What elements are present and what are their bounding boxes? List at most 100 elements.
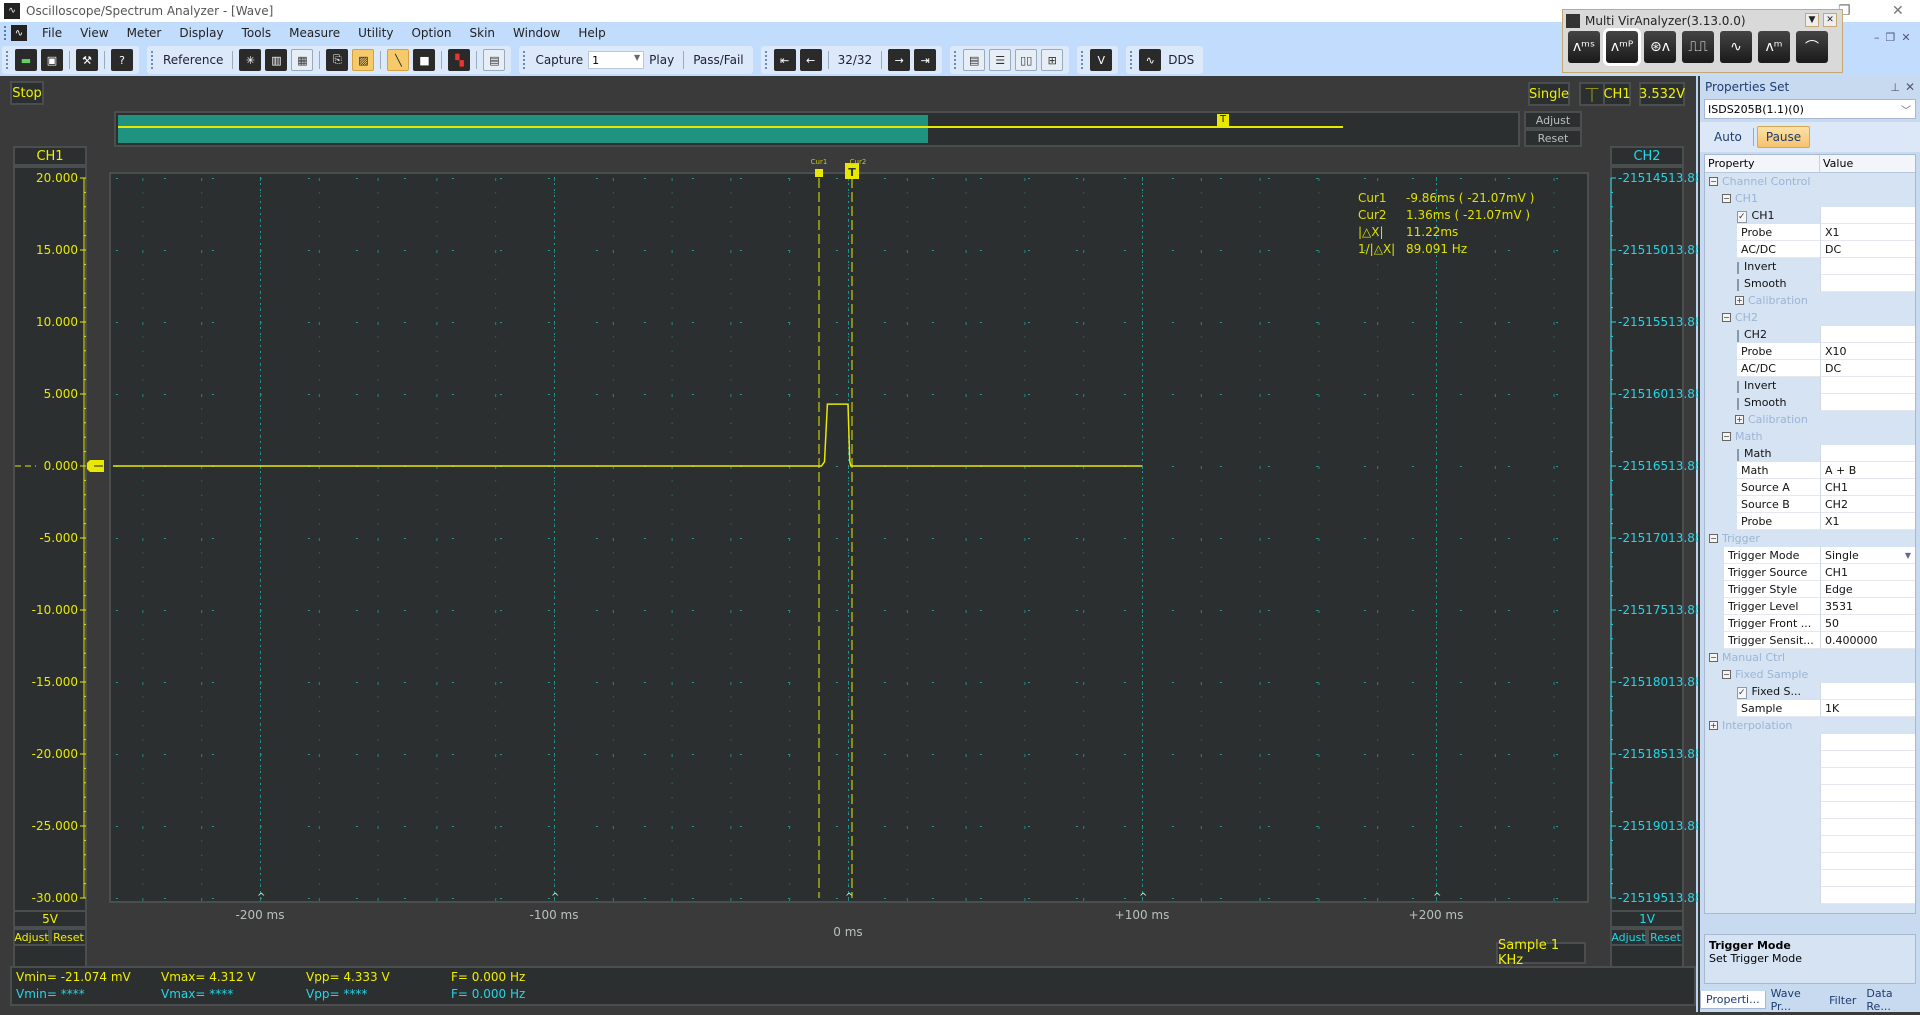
toolbar-grip[interactable] (523, 51, 526, 69)
expand-icon[interactable]: + (1735, 415, 1744, 424)
probe-button[interactable]: ⎘ (326, 49, 349, 71)
spectrum-s-icon[interactable]: ᴧᵐˢ (1568, 31, 1600, 63)
property-name-cell[interactable]: Invert (1705, 258, 1820, 275)
expand-icon[interactable]: + (1735, 296, 1744, 305)
overview-trigger-marker[interactable]: T (1217, 114, 1229, 127)
collapse-icon[interactable]: − (1722, 670, 1731, 679)
column-header-value[interactable]: Value (1820, 155, 1853, 172)
checkbox-unchecked[interactable] (1737, 398, 1739, 410)
property-value-cell[interactable]: DC (1820, 360, 1915, 377)
property-row[interactable]: Trigger Sensit... 0.400000 (1705, 632, 1915, 649)
stop-button[interactable]: ■ (413, 49, 436, 71)
layout-rows-button[interactable]: ☰ (989, 49, 1012, 71)
property-name-cell[interactable]: ✓ Fixed S... (1705, 683, 1820, 700)
property-name-cell[interactable]: Invert (1705, 377, 1820, 394)
pause-button[interactable]: Pause (1756, 126, 1811, 148)
spectrum-icon[interactable]: ᴧᵐ (1758, 31, 1790, 63)
trigger-source-indicator[interactable]: CH1 (1603, 82, 1631, 106)
property-name-cell[interactable]: Trigger Sensit... (1705, 632, 1820, 649)
overview-adjust-button[interactable]: Adjust (1524, 111, 1582, 129)
ch1-label-box[interactable]: CH1 (13, 146, 87, 166)
reference-button[interactable]: Reference (158, 53, 228, 67)
property-row[interactable]: Trigger Mode Single ▼ (1705, 547, 1915, 564)
property-row[interactable]: Invert (1705, 258, 1915, 275)
print-button[interactable]: ▤ (483, 49, 506, 71)
property-category[interactable]: − CH1 (1705, 190, 1915, 207)
trigger-level-indicator[interactable]: 3.532V (1639, 82, 1685, 106)
menu-meter[interactable]: Meter (118, 26, 171, 40)
property-row[interactable]: Trigger Level 3531 (1705, 598, 1915, 615)
property-row[interactable]: Source A CH1 (1705, 479, 1915, 496)
property-name-cell[interactable]: Trigger Front ... (1705, 615, 1820, 632)
collapse-icon[interactable]: − (1722, 194, 1731, 203)
tab-filter[interactable]: Filter (1824, 992, 1861, 1009)
property-name-cell[interactable]: Trigger Level (1705, 598, 1820, 615)
tab-wave-properties[interactable]: Wave Pr... (1766, 985, 1825, 1015)
property-category[interactable]: − Trigger (1705, 530, 1915, 547)
capture-count-combo[interactable]: 1 ▼ (588, 51, 645, 69)
property-name-cell[interactable]: AC/DC (1705, 360, 1820, 377)
property-row[interactable]: Probe X10 (1705, 343, 1915, 360)
property-row[interactable]: Invert (1705, 377, 1915, 394)
toolbar-grip[interactable] (1081, 51, 1084, 69)
palette-close-button[interactable]: ✕ (1823, 13, 1837, 27)
dds-button[interactable]: ∿ (1139, 49, 1162, 71)
property-value-cell[interactable] (1820, 258, 1915, 275)
ch1-scale-box[interactable]: 5V (13, 910, 87, 928)
run-state-button[interactable]: Stop (10, 81, 44, 105)
menu-display[interactable]: Display (170, 26, 232, 40)
property-name-cell[interactable]: Smooth (1705, 275, 1820, 292)
help-button[interactable]: ? (111, 49, 133, 71)
property-name-cell[interactable]: Math (1705, 445, 1820, 462)
chevron-down-icon[interactable]: ▼ (634, 53, 640, 62)
category-cell[interactable]: + Interpolation (1705, 717, 1915, 734)
toolbar-grip[interactable] (954, 51, 957, 69)
property-category[interactable]: + Interpolation (1705, 717, 1915, 734)
layout-stack-button[interactable]: ▤ (963, 49, 986, 71)
property-row[interactable]: Trigger Style Edge (1705, 581, 1915, 598)
menu-skin[interactable]: Skin (461, 26, 505, 40)
category-cell[interactable]: − CH2 (1705, 309, 1915, 326)
property-value-cell[interactable] (1820, 207, 1915, 224)
toolbar-grip[interactable] (764, 51, 768, 69)
checkbox-unchecked[interactable] (1737, 330, 1739, 342)
property-row[interactable]: Trigger Front ... 50 (1705, 615, 1915, 632)
palette-titlebar[interactable]: Multi VirAnalyzer(3.13.0.0) ▼ ✕ (1563, 10, 1842, 31)
property-category[interactable]: + Calibration (1705, 411, 1915, 428)
toolbar-grip[interactable] (6, 51, 9, 69)
open-button[interactable]: ▬ (15, 49, 37, 71)
category-cell[interactable]: − Manual Ctrl (1705, 649, 1915, 666)
auto-button[interactable]: Auto (1706, 127, 1750, 147)
property-name-cell[interactable]: Math (1705, 462, 1820, 479)
property-name-cell[interactable]: Probe (1705, 224, 1820, 241)
ch1-axis-panel[interactable] (13, 166, 87, 986)
save-button[interactable]: ▣ (41, 49, 63, 71)
ch2-label-box[interactable]: CH2 (1610, 146, 1684, 166)
color-button[interactable]: ▚ (448, 49, 471, 71)
close-icon[interactable]: ✕ (1905, 80, 1915, 94)
property-name-cell[interactable]: Smooth (1705, 394, 1820, 411)
property-value-cell[interactable]: X1 (1820, 224, 1915, 241)
property-value-cell[interactable]: Edge (1820, 581, 1915, 598)
recorder-icon[interactable]: ⊛ᴧ (1644, 31, 1676, 63)
spectrum-p-icon[interactable]: ᴧᵐᴾ (1603, 28, 1641, 66)
column-header-property[interactable]: Property (1705, 155, 1820, 172)
checkbox-unchecked[interactable] (1737, 449, 1739, 461)
property-category[interactable]: + Calibration (1705, 292, 1915, 309)
property-category[interactable]: − Fixed Sample (1705, 666, 1915, 683)
category-cell[interactable]: − Channel Control (1705, 173, 1915, 190)
property-row[interactable]: CH2 (1705, 326, 1915, 343)
prev-frame-button[interactable]: ← (799, 49, 822, 71)
auto-set-button[interactable]: ✳ (239, 49, 262, 71)
property-value-cell[interactable]: A + B (1820, 462, 1915, 479)
pass-fail-button[interactable]: Pass/Fail (688, 53, 748, 67)
property-value-cell[interactable]: CH2 (1820, 496, 1915, 513)
trigger-edge-button[interactable]: ⏉ (1579, 82, 1605, 106)
property-value-cell[interactable]: 1K (1820, 700, 1915, 717)
property-value-cell[interactable]: 3531 (1820, 598, 1915, 615)
chevron-down-icon[interactable]: ▼ (1905, 551, 1911, 560)
mdi-minimize-icon[interactable]: – (1874, 31, 1880, 44)
property-value-cell[interactable]: 50 (1820, 615, 1915, 632)
last-frame-button[interactable]: ⇥ (914, 49, 937, 71)
menu-tools[interactable]: Tools (233, 26, 281, 40)
